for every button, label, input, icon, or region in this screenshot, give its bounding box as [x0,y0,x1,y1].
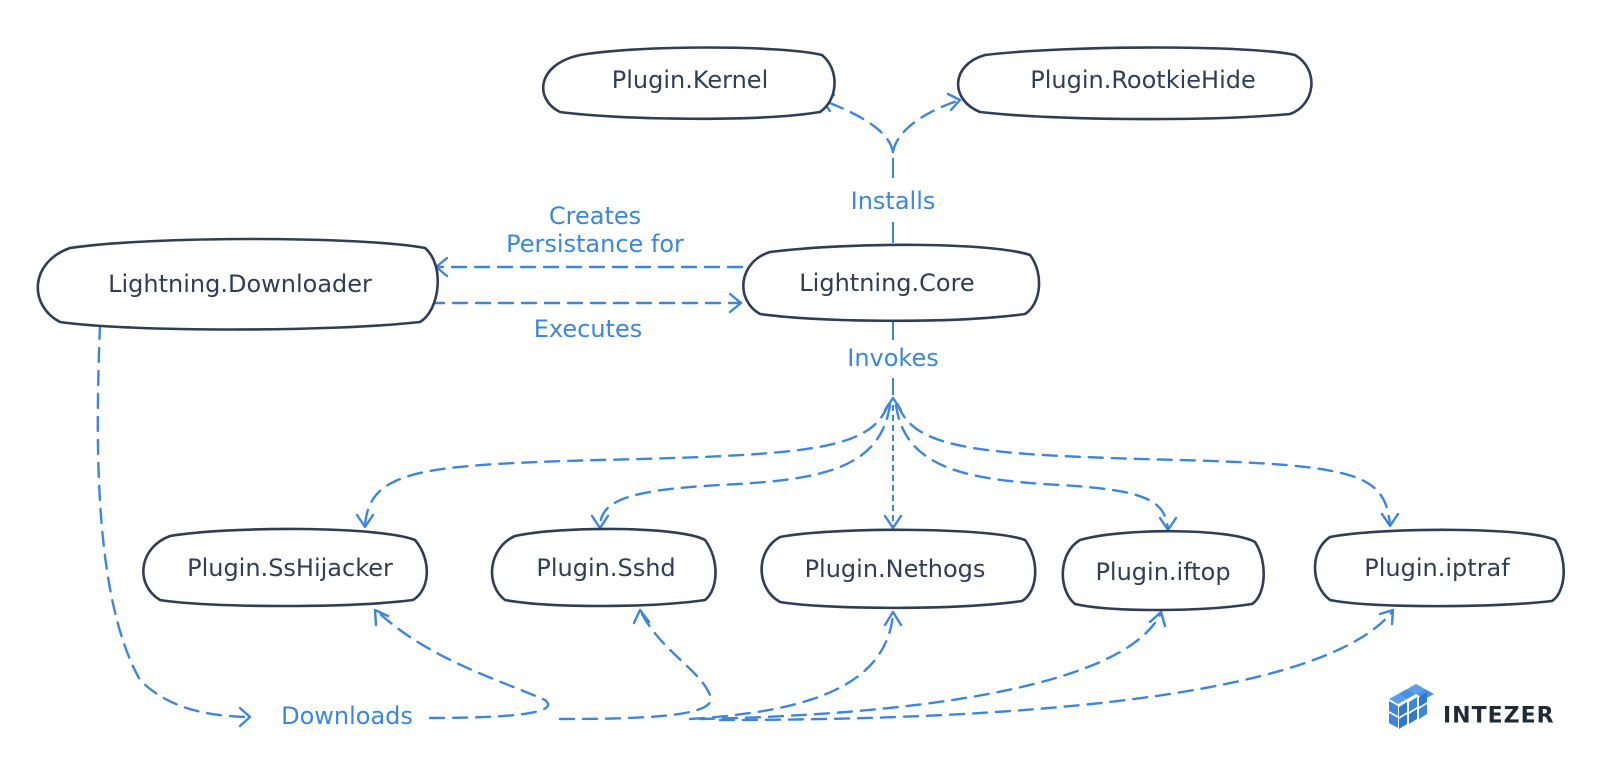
node-label: Plugin.iptraf [1364,554,1510,582]
edge-installs-kernel [820,98,895,154]
logo-text: INTEZER [1443,704,1555,729]
node-lightning-core[interactable]: Lightning.Core [742,243,1041,323]
edge-installs-rootkiehide [891,98,962,154]
node-label: Plugin.RootkieHide [1030,66,1256,94]
intezer-logo: INTEZER [1389,684,1555,729]
edge-downloads-sshd [558,610,713,721]
edge-label-installs: Installs [851,187,936,215]
node-label: Lightning.Core [799,269,974,297]
edge-invokes-iptraf [896,403,1392,527]
edge-invokes-sshijacker [363,403,890,527]
node-plugin-nethogs[interactable]: Plugin.Nethogs [760,528,1037,610]
node-plugin-iptraf[interactable]: Plugin.iptraf [1313,528,1566,608]
node-label: Plugin.Sshd [536,554,675,582]
edge-downloads-iptraf [718,610,1394,722]
node-label: Plugin.Nethogs [805,555,986,583]
node-lightning-downloader[interactable]: Lightning.Downloader [36,237,439,331]
diagram-canvas: Installs Creates Persistance for Execute… [36,46,1566,730]
node-label: Plugin.iftop [1095,558,1230,586]
edge-label-creates-line2: Persistance for [506,230,684,258]
edge-invokes-iftop [894,403,1170,531]
edge-label-creates-line1: Creates [549,202,641,230]
node-label: Lightning.Downloader [108,270,372,298]
edge-downloader-down [96,323,250,719]
node-plugin-rootkiehide[interactable]: Plugin.RootkieHide [956,46,1313,121]
edge-label-invokes: Invokes [847,344,939,372]
node-plugin-sshd[interactable]: Plugin.Sshd [490,527,717,608]
edge-label-executes: Executes [534,315,642,343]
edge-label-downloads: Downloads [281,702,413,730]
node-plugin-sshijacker[interactable]: Plugin.SsHijacker [142,527,429,608]
edge-invokes-sshd [598,403,892,529]
arrowhead-sshd [590,514,610,530]
node-label: Plugin.SsHijacker [187,554,393,582]
arrowhead-dl-sshijacker [373,608,390,627]
node-label: Plugin.Kernel [612,66,769,94]
arrowhead-dl-iftop [1148,610,1167,628]
edge-downloads-nethogs [688,613,895,721]
node-plugin-iftop[interactable]: Plugin.iftop [1061,529,1266,612]
node-plugin-kernel[interactable]: Plugin.Kernel [541,46,836,121]
cube-icon [1389,684,1434,729]
